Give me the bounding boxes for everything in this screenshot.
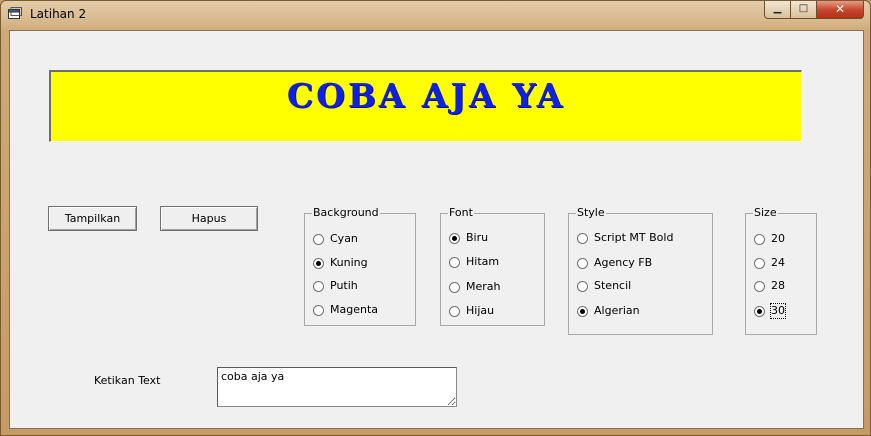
window-title: Latihan 2 xyxy=(30,7,87,21)
size-frame: Size 20 24 28 30 xyxy=(745,206,817,335)
radio-label: 30 xyxy=(770,303,786,319)
close-button[interactable]: ✕ xyxy=(816,1,864,19)
radio-label: Stencil xyxy=(594,279,632,292)
preview-banner: coba aja ya xyxy=(49,70,802,142)
radio-label: Putih xyxy=(330,279,358,292)
radio-label: Kuning xyxy=(330,256,368,269)
radio-label: Magenta xyxy=(330,303,379,316)
radio-circle xyxy=(577,281,588,292)
radio-label: Agency FB xyxy=(594,256,653,269)
banner-text: coba aja ya xyxy=(286,76,566,115)
show-button[interactable]: Tampilkan xyxy=(48,206,137,231)
background-frame: Background Cyan Kuning Putih Magenta xyxy=(304,206,416,326)
radio-circle-checked xyxy=(754,306,765,317)
radio-circle xyxy=(577,233,588,244)
radio-label: Algerian xyxy=(594,304,640,317)
radio-circle xyxy=(313,234,324,245)
clear-button[interactable]: Hapus xyxy=(160,206,258,231)
radio-label: 28 xyxy=(771,279,785,292)
radio-circle xyxy=(754,234,765,245)
radio-circle-checked xyxy=(577,306,588,317)
radio-label: Hitam xyxy=(466,255,500,268)
title-bar[interactable]: Latihan 2 ▁ □ ✕ xyxy=(1,1,870,29)
radio-label: Merah xyxy=(466,280,501,293)
minimize-icon: ▁ xyxy=(773,3,782,14)
radio-circle xyxy=(754,258,765,269)
input-prompt-label: Ketikan Text xyxy=(94,374,161,387)
radio-label: Script MT Bold xyxy=(594,231,674,244)
radio-label: Hijau xyxy=(466,304,495,317)
form-client-area: coba aja ya Tampilkan Hapus Background C… xyxy=(9,30,864,429)
maximize-button[interactable]: □ xyxy=(790,1,817,19)
style-frame-caption: Style xyxy=(576,206,606,220)
font-frame: Font Biru Hitam Merah Hijau xyxy=(440,206,545,326)
maximize-icon: □ xyxy=(798,3,809,14)
size-frame-caption: Size xyxy=(753,206,778,220)
app-window: Latihan 2 ▁ □ ✕ coba aja ya Tampilkan Ha… xyxy=(0,0,871,436)
radio-label: Cyan xyxy=(330,232,358,245)
radio-circle xyxy=(313,305,324,316)
app-form-icon xyxy=(8,7,22,19)
radio-circle xyxy=(754,281,765,292)
radio-circle xyxy=(577,258,588,269)
radio-label: 20 xyxy=(771,232,785,245)
radio-circle xyxy=(449,257,460,268)
style-frame: Style Script MT Bold Agency FB Stencil A… xyxy=(568,206,713,335)
close-icon: ✕ xyxy=(834,2,846,16)
radio-circle-checked xyxy=(313,258,324,269)
radio-circle-checked xyxy=(449,233,460,244)
radio-label: 24 xyxy=(771,256,785,269)
text-input-field[interactable]: coba aja ya xyxy=(217,367,457,407)
minimize-button[interactable]: ▁ xyxy=(764,1,791,19)
radio-circle xyxy=(313,281,324,292)
radio-circle xyxy=(449,306,460,317)
radio-circle xyxy=(449,282,460,293)
font-frame-caption: Font xyxy=(448,206,474,220)
radio-label: Biru xyxy=(466,231,489,244)
background-frame-caption: Background xyxy=(312,206,380,220)
